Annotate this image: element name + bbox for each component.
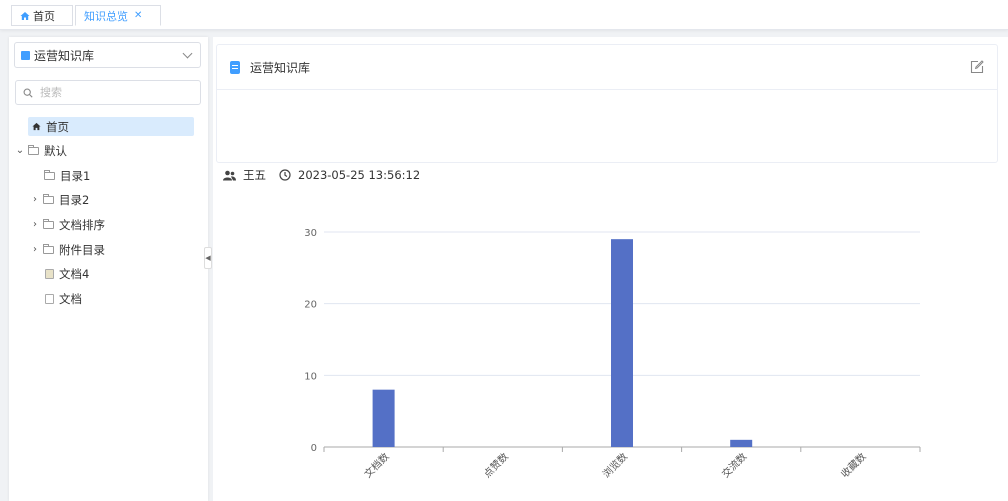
chevron-down-icon <box>182 48 193 58</box>
home-icon <box>32 122 41 131</box>
folder-icon <box>43 218 54 229</box>
kb-header-card: 运营知识库 <box>216 44 998 163</box>
folder-icon <box>43 193 54 204</box>
timestamp: 2023-05-25 13:56:12 <box>298 168 421 182</box>
bar-chart: 0 10 20 30 文档数 点赞数 浏览数 交流数 收藏数 <box>304 228 921 480</box>
knowledge-base-select[interactable]: 运营知识库 <box>14 42 201 68</box>
folder-icon <box>43 243 54 254</box>
users-icon <box>223 170 236 180</box>
bar-0 <box>372 389 395 447</box>
tab-home[interactable]: 首页 <box>11 5 73 26</box>
y-tick-label: 20 <box>304 300 317 311</box>
author-name: 王五 <box>243 168 266 182</box>
knowledge-base-select-value: 运营知识库 <box>34 48 95 63</box>
kb-title: 运营知识库 <box>250 60 311 75</box>
tab-knowledge-overview-label: 知识总览 <box>84 9 128 23</box>
x-tick-label: 点赞数 <box>481 450 511 480</box>
main-panel: 运营知识库 王五 2023-05-25 13:56:12 0 10 20 30 文档数 点… <box>213 37 1008 501</box>
tree-item-label: 文档 <box>59 291 82 306</box>
edit-icon[interactable] <box>970 60 984 74</box>
tree-item-label: 目录2 <box>59 192 90 207</box>
chevron-right-icon[interactable]: › <box>30 194 40 205</box>
chevron-right-icon[interactable]: › <box>30 244 40 255</box>
tab-home-label: 首页 <box>33 9 55 23</box>
tree-item-dir2[interactable]: › 目录2 <box>30 190 89 209</box>
kb-header: 运营知识库 <box>217 45 997 90</box>
tree-item-default[interactable]: ⌄ 默认 <box>15 141 67 160</box>
document-icon <box>230 60 240 74</box>
chevron-down-icon[interactable]: ⌄ <box>15 145 25 156</box>
document-icon <box>45 268 54 279</box>
tree-item-dir1[interactable]: 目录1 <box>44 166 90 185</box>
book-icon <box>21 50 30 60</box>
bar-3 <box>730 439 753 447</box>
tree-item-label: 文档排序 <box>59 217 105 232</box>
stats-chart: 0 10 20 30 文档数 点赞数 浏览数 交流数 收藏数 <box>213 187 1008 501</box>
home-icon <box>20 11 30 20</box>
tree-item-attachments[interactable]: › 附件目录 <box>30 240 105 259</box>
chevron-right-icon[interactable]: › <box>30 219 40 230</box>
y-tick-label: 10 <box>304 371 317 382</box>
y-tick-label: 0 <box>311 443 317 454</box>
tab-bar: 首页 知识总览 ✕ <box>0 0 1008 30</box>
search-icon <box>23 88 33 98</box>
x-tick-label: 交流数 <box>719 450 749 480</box>
document-icon <box>45 293 54 304</box>
tree-item-doc4[interactable]: 文档4 <box>45 264 89 283</box>
x-tick-label: 浏览数 <box>600 450 630 480</box>
close-icon[interactable]: ✕ <box>134 10 142 21</box>
sidebar: 运营知识库 首页 ⌄ 默认 目录1 › 目录2 › 文档排序 › 附件目录 文档… <box>9 37 208 501</box>
tree-item-label: 首页 <box>46 119 69 134</box>
x-tick-label: 收藏数 <box>838 450 868 480</box>
bar-2 <box>611 239 633 447</box>
tree-item-label: 默认 <box>44 143 67 158</box>
tree-item-home[interactable]: 首页 <box>28 117 194 136</box>
x-tick-label: 文档数 <box>361 450 391 480</box>
doc-meta: 王五 2023-05-25 13:56:12 <box>223 167 420 183</box>
y-tick-label: 30 <box>304 228 317 239</box>
tree-item-label: 附件目录 <box>59 242 105 257</box>
tab-knowledge-overview[interactable]: 知识总览 ✕ <box>75 5 161 26</box>
clock-icon <box>279 169 291 181</box>
folder-icon <box>44 169 55 180</box>
tree-item-doc-sort[interactable]: › 文档排序 <box>30 215 105 234</box>
tree-item-doc[interactable]: 文档 <box>45 289 82 308</box>
tree-item-label: 目录1 <box>60 168 91 183</box>
search-input[interactable] <box>40 86 180 99</box>
tree-item-label: 文档4 <box>59 266 90 281</box>
search-box[interactable] <box>15 80 201 105</box>
sidebar-collapse-handle[interactable]: ◀ <box>204 247 212 269</box>
folder-icon <box>28 144 39 155</box>
